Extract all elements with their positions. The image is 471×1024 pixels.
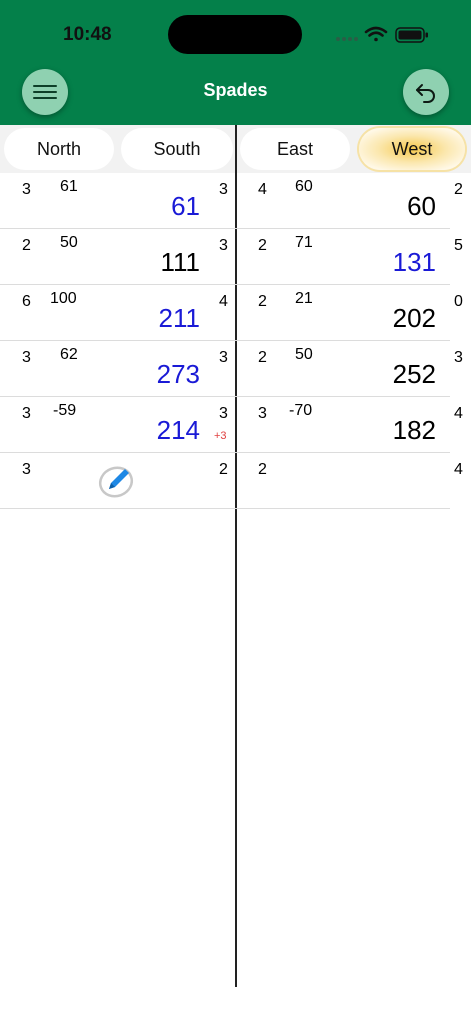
column-south[interactable]: South [121, 128, 233, 170]
wifi-icon [364, 26, 388, 42]
column-east[interactable]: East [240, 128, 350, 170]
ns-running-total: 214 [156, 415, 200, 445]
dynamic-island [168, 15, 302, 54]
south-bid: 3 [219, 349, 228, 366]
south-bid: 3 [219, 237, 228, 254]
north-bid: 3 [22, 405, 31, 422]
status-time: 10:48 [63, 24, 112, 45]
west-bid: 4 [454, 405, 463, 422]
ns-round-points: -59 [53, 402, 77, 419]
east-bid: 2 [258, 237, 267, 254]
ns-bag-bonus: +3 [214, 430, 227, 442]
west-bid: 3 [454, 349, 463, 366]
south-bid: 2 [219, 461, 228, 478]
status-icons [336, 24, 436, 46]
ew-round-points: 50 [295, 346, 313, 363]
east-bid: 2 [258, 293, 267, 310]
column-west[interactable]: West [359, 128, 465, 170]
ew-running-total: 131 [392, 247, 436, 277]
ns-running-total: 273 [156, 359, 200, 389]
north-bid: 3 [22, 181, 31, 198]
table-row[interactable]: 3 62 273 3 2 50 252 3 [0, 341, 463, 397]
edit-pencil-icon[interactable] [98, 462, 136, 500]
east-bid: 2 [258, 461, 267, 478]
west-bid: 4 [454, 461, 463, 478]
north-bid: 6 [22, 293, 31, 310]
undo-arrow-icon [416, 84, 435, 103]
ns-running-total: 111 [160, 247, 200, 277]
column-north[interactable]: North [4, 128, 114, 170]
ew-round-points: 21 [295, 290, 313, 307]
table-row[interactable]: 3 -59 214 3 +3 3 -70 182 4 [0, 397, 463, 453]
north-bid: 3 [22, 461, 31, 478]
ns-round-points: 100 [50, 290, 77, 307]
table-row[interactable]: 2 50 111 3 2 71 131 5 [0, 229, 463, 285]
east-bid: 4 [258, 181, 267, 198]
ns-round-points: 50 [60, 234, 78, 251]
undo-button[interactable] [403, 69, 449, 115]
west-bid: 5 [454, 237, 463, 254]
north-bid: 2 [22, 237, 31, 254]
page-title: Spades [203, 80, 268, 100]
ew-round-points: 60 [295, 178, 313, 195]
south-bid: 4 [219, 293, 228, 310]
app-header: 10:48 Spades [0, 0, 471, 125]
ns-running-total: 61 [171, 191, 200, 221]
ew-round-points: 71 [295, 234, 313, 251]
score-rows: 3 61 61 3 4 60 60 2 2 50 111 3 2 71 131 … [0, 173, 471, 509]
ew-running-total: 60 [407, 191, 436, 221]
ew-round-points: -70 [289, 402, 313, 419]
north-bid: 3 [22, 349, 31, 366]
ew-running-total: 182 [392, 415, 436, 445]
west-bid: 2 [454, 181, 463, 198]
table-row[interactable]: 6 100 211 4 2 21 202 0 [0, 285, 463, 341]
east-bid: 2 [258, 349, 267, 366]
battery-icon [395, 27, 428, 43]
south-bid: 3 [219, 181, 228, 198]
ns-running-total: 211 [158, 303, 200, 333]
table-row-current[interactable]: 3 2 2 4 [0, 453, 463, 509]
cellular-signal-icon [336, 37, 358, 41]
south-bid: 3 [219, 405, 228, 422]
ns-round-points: 62 [60, 346, 78, 363]
ew-running-total: 252 [392, 359, 436, 389]
ns-round-points: 61 [60, 178, 78, 195]
ew-running-total: 202 [392, 303, 436, 333]
east-bid: 3 [258, 405, 267, 422]
table-row[interactable]: 3 61 61 3 4 60 60 2 [0, 173, 463, 229]
west-bid: 0 [454, 293, 463, 310]
